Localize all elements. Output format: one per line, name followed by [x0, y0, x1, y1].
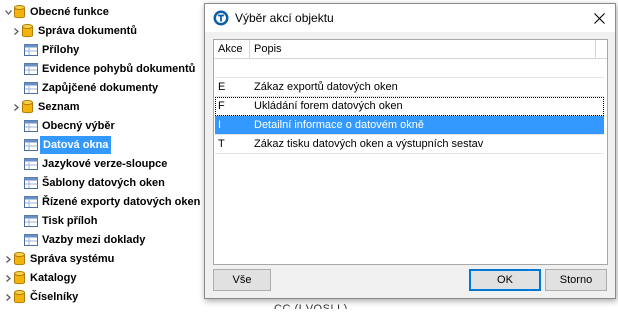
tree-item-label: Seznam	[38, 101, 80, 113]
tree-item-prilohy[interactable]: Přílohy	[24, 41, 81, 59]
tree-item-evidence-pohybu[interactable]: Evidence pohybů dokumentů	[24, 60, 197, 78]
tree-item-ciselniky[interactable]: Číselníky	[4, 288, 80, 306]
dialog-titlebar[interactable]: Výběr akcí objektu	[205, 4, 615, 32]
database-icon	[20, 100, 34, 114]
table-icon	[24, 138, 38, 152]
database-icon	[12, 271, 26, 285]
cancel-button[interactable]: Storno	[545, 269, 607, 291]
chevron-down-icon[interactable]	[4, 3, 12, 21]
navigation-tree: Obecné funkce Správa dokumentů Přílohy E…	[0, 0, 210, 315]
tree-item-label: Číselníky	[30, 291, 79, 303]
ok-button[interactable]: OK	[469, 269, 541, 291]
tree-item-label: Zapůjčené dokumenty	[42, 82, 159, 94]
chevron-right-icon[interactable]	[4, 288, 12, 306]
dialog-title: Výběr akcí objektu	[235, 11, 334, 25]
tree-item-label: Jazykové verze-sloupce	[42, 158, 168, 170]
list-header: Akce Popis	[214, 40, 607, 59]
close-icon[interactable]	[591, 10, 607, 26]
table-icon	[24, 43, 38, 57]
tree-item-label: Evidence pohybů dokumentů	[42, 63, 196, 75]
table-icon	[24, 176, 38, 190]
cell-popis: Zákaz exportů datových oken	[254, 81, 398, 93]
column-header-popis[interactable]: Popis	[250, 40, 596, 58]
cell-akce: I	[218, 119, 222, 131]
tree-item-label: Šablony datových oken	[42, 177, 165, 189]
tree-item-label: Správa systému	[30, 253, 115, 265]
table-icon	[24, 195, 38, 209]
table-icon	[24, 233, 38, 247]
tree-item-label: Katalogy	[30, 272, 77, 284]
database-icon	[12, 290, 26, 304]
tree-item-sablony[interactable]: Šablony datových oken	[24, 174, 167, 192]
tree-item-obecny-vyber[interactable]: Obecný výběr	[24, 117, 117, 135]
database-icon	[12, 252, 26, 266]
tree-item-label: Obecné funkce	[30, 6, 109, 18]
tree-item-label: Tisk příloh	[42, 215, 98, 227]
tree-item-vazby[interactable]: Vazby mezi doklady	[24, 231, 147, 249]
tree-item-obecne-funkce[interactable]: Obecné funkce	[4, 3, 111, 21]
tree-item-sprava-dokumentu[interactable]: Správa dokumentů	[12, 22, 139, 40]
tree-item-jazykove-verze[interactable]: Jazykové verze-sloupce	[24, 155, 169, 173]
cell-popis	[251, 59, 254, 77]
select-actions-dialog: Výběr akcí objektu Akce Popis E Zákaz ex…	[204, 3, 616, 299]
list-item[interactable]: F Ukládání forem datových oken	[215, 97, 604, 116]
list-item-selected[interactable]: I Detailní informace o datovém okně	[215, 116, 604, 135]
list-item[interactable]: T Zákaz tisku datových oken a výstupních…	[215, 135, 604, 154]
tree-item-label: Datová okna	[40, 136, 112, 154]
chevron-right-icon[interactable]	[12, 98, 20, 116]
chevron-right-icon[interactable]	[12, 22, 20, 40]
cell-akce: T	[218, 138, 225, 150]
list-item[interactable]: E Zákaz exportů datových oken	[215, 78, 604, 97]
database-icon	[20, 24, 34, 38]
tree-item-katalogy[interactable]: Katalogy	[4, 269, 78, 287]
database-icon	[12, 5, 26, 19]
tree-item-rizene-exporty[interactable]: Řízené exporty datových oken	[24, 193, 202, 211]
column-header-akce[interactable]: Akce	[214, 40, 250, 58]
table-icon	[24, 214, 38, 228]
tree-item-datova-okna[interactable]: Datová okna	[24, 136, 112, 154]
tree-item-label: Řízené exporty datových oken	[42, 196, 201, 208]
tree-item-tisk-priloh[interactable]: Tisk příloh	[24, 212, 99, 230]
cell-popis: Detailní informace o datovém okně	[254, 119, 424, 131]
cell-akce	[215, 59, 251, 77]
cell-popis: Zákaz tisku datových oken a výstupních s…	[254, 138, 484, 150]
table-icon	[24, 119, 38, 133]
cell-akce: F	[218, 100, 225, 112]
select-all-button[interactable]: Vše	[213, 269, 271, 291]
cell-popis: Ukládání forem datových oken	[254, 100, 403, 112]
tree-item-label: Správa dokumentů	[38, 25, 138, 37]
tree-item-zapujcene-dokumenty[interactable]: Zapůjčené dokumenty	[24, 79, 160, 97]
actions-list[interactable]: Akce Popis E Zákaz exportů datových oken…	[213, 39, 608, 265]
table-icon	[24, 81, 38, 95]
background-text: CC (I VOSLL)	[274, 303, 348, 309]
tree-item-seznam[interactable]: Seznam	[12, 98, 82, 116]
tree-item-sprava-systemu[interactable]: Správa systému	[4, 250, 116, 268]
cell-akce: E	[218, 81, 226, 93]
chevron-right-icon[interactable]	[4, 269, 12, 287]
table-icon	[24, 157, 38, 171]
tree-item-label: Vazby mezi doklady	[42, 234, 146, 246]
list-item[interactable]	[215, 59, 604, 78]
table-icon	[24, 62, 38, 76]
app-logo-icon	[213, 10, 229, 26]
tree-item-label: Přílohy	[42, 44, 80, 56]
chevron-right-icon[interactable]	[4, 250, 12, 268]
tree-item-label: Obecný výběr	[42, 120, 115, 132]
